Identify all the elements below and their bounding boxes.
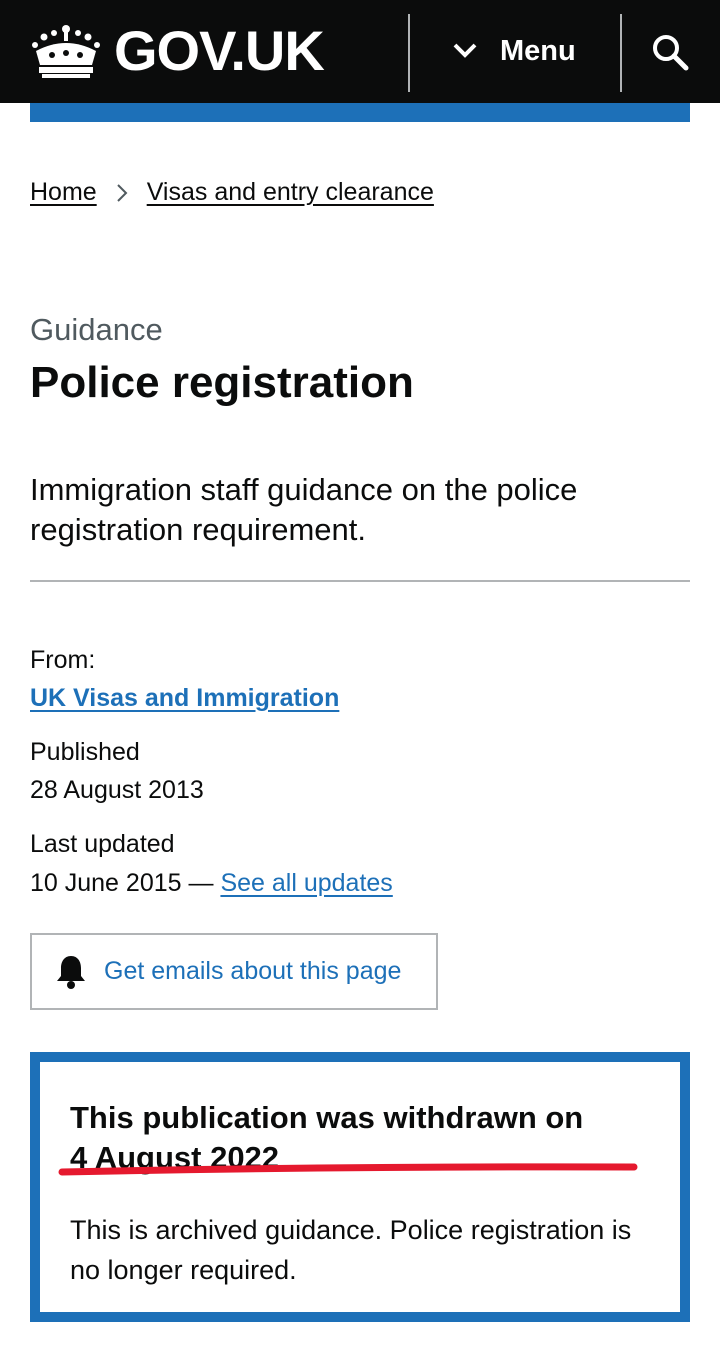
get-emails-button[interactable]: Get emails about this page bbox=[30, 933, 438, 1010]
see-all-updates-link[interactable]: See all updates bbox=[220, 869, 392, 897]
header-accent-bar bbox=[30, 103, 690, 122]
published-date: 28 August 2013 bbox=[30, 776, 204, 804]
chevron-down-icon bbox=[453, 43, 477, 58]
site-header: GOV.UK Menu bbox=[0, 0, 720, 103]
menu-label: Menu bbox=[500, 34, 576, 67]
page-title: Police registration bbox=[30, 358, 414, 407]
breadcrumb: Home Visas and entry clearance bbox=[30, 178, 434, 207]
search-icon bbox=[653, 35, 689, 71]
search-button[interactable] bbox=[638, 22, 702, 82]
section-divider bbox=[30, 580, 690, 582]
withdrawn-notice: This publication was withdrawn on 4 Augu… bbox=[30, 1052, 690, 1322]
page-caption: Guidance bbox=[30, 312, 163, 347]
organisation-link[interactable]: UK Visas and Immigration bbox=[30, 684, 339, 712]
govuk-logo-link[interactable]: GOV.UK bbox=[30, 19, 325, 82]
header-divider bbox=[408, 14, 410, 92]
logo-text: GOV.UK bbox=[114, 19, 325, 82]
page-lead: Immigration staff guidance on the police… bbox=[30, 472, 578, 547]
published-label: Published bbox=[30, 738, 140, 766]
menu-button[interactable]: Menu bbox=[440, 20, 600, 82]
breadcrumb-visas[interactable]: Visas and entry clearance bbox=[147, 178, 434, 207]
breadcrumb-home[interactable]: Home bbox=[30, 178, 97, 207]
header-divider bbox=[620, 14, 622, 92]
bell-icon bbox=[56, 954, 86, 990]
updated-label: Last updated bbox=[30, 830, 175, 858]
get-emails-label: Get emails about this page bbox=[104, 957, 402, 985]
updated-row: 10 June 2015 — See all updates bbox=[30, 864, 393, 902]
crown-icon bbox=[32, 25, 100, 78]
withdrawn-title-line1: This publication was withdrawn on bbox=[70, 1100, 584, 1135]
red-underline-annotation bbox=[58, 1163, 638, 1176]
updated-date: 10 June 2015 — bbox=[30, 869, 214, 897]
chevron-right-icon bbox=[115, 182, 129, 204]
from-label: From: bbox=[30, 646, 96, 674]
withdrawn-notice-body: This is archived guidance. Police regist… bbox=[70, 1215, 632, 1285]
